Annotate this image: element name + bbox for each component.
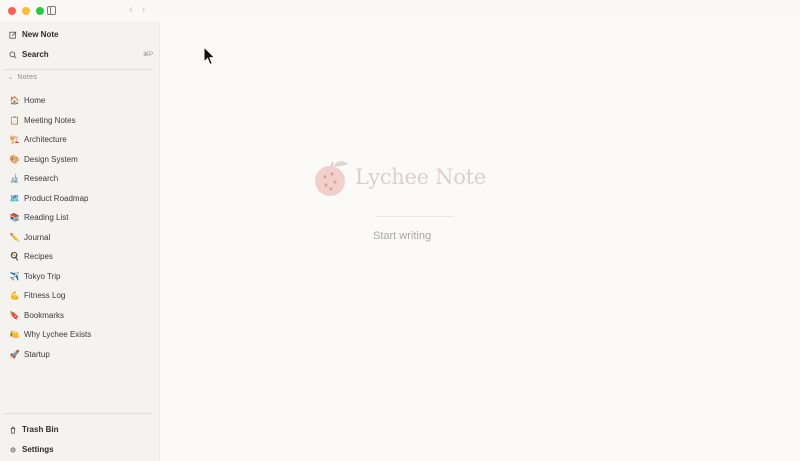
- sidebar: New Note Search ⌘P ⌄ Notes 🏠 Home 📋 Meeting…: [0, 22, 160, 461]
- note-label: Reading List: [24, 213, 69, 223]
- note-label: Product Roadmap: [24, 193, 89, 203]
- back-arrow-icon[interactable]: ‹: [129, 4, 133, 16]
- note-item[interactable]: ✈️ Tokyo Trip: [0, 267, 158, 287]
- note-emoji-icon: 🏠: [9, 96, 20, 106]
- note-item[interactable]: 🔬 Research: [0, 169, 158, 189]
- search-label: Search: [22, 50, 49, 59]
- note-emoji-icon: 🔬: [9, 174, 20, 184]
- note-emoji-icon: ✈️: [9, 271, 20, 281]
- notes-list: 🏠 Home 📋 Meeting Notes 🏗️ Architecture 🎨 Design…: [0, 91, 158, 364]
- note-label: Home: [24, 96, 46, 106]
- app-logo: Lychee Note: [313, 156, 486, 198]
- notes-section-toggle[interactable]: ⌄ Notes: [8, 74, 37, 81]
- notes-section-label: Notes: [17, 74, 38, 81]
- trash-icon: [8, 426, 18, 434]
- note-emoji-icon: 🗺️: [9, 193, 20, 203]
- note-emoji-icon: 🚀: [9, 349, 20, 359]
- note-item[interactable]: ✏️ Journal: [0, 228, 158, 248]
- new-note-icon: [8, 31, 18, 39]
- sidebar-toggle-icon[interactable]: [47, 6, 56, 15]
- trash-bin-button[interactable]: Trash Bin: [8, 425, 58, 434]
- note-item[interactable]: 🚀 Startup: [0, 345, 158, 365]
- note-label: Why Lychee Exists: [24, 330, 92, 340]
- note-item[interactable]: 🎨 Design System: [0, 150, 158, 170]
- editor-placeholder[interactable]: Start writing: [373, 230, 431, 242]
- zoom-window-button[interactable]: [36, 7, 44, 15]
- search-button[interactable]: Search ⌘P: [8, 50, 153, 59]
- minimize-window-button[interactable]: [22, 7, 30, 15]
- editor-area[interactable]: Lychee Note Start writing: [160, 22, 800, 461]
- note-item[interactable]: 🗺️ Product Roadmap: [0, 189, 158, 209]
- divider: [4, 413, 152, 414]
- note-item[interactable]: 📋 Meeting Notes: [0, 111, 158, 131]
- note-emoji-icon: 🔖: [9, 310, 20, 320]
- close-window-button[interactable]: [8, 7, 16, 15]
- note-label: Bookmarks: [24, 310, 65, 320]
- lychee-logo-icon: [315, 161, 348, 196]
- app-window: ‹ › New Note Search ⌘P ⌄ Notes 🏠 Home 📋 Mee…: [0, 0, 800, 461]
- search-shortcut: ⌘P: [142, 52, 153, 58]
- note-emoji-icon: 📋: [9, 115, 20, 125]
- note-item[interactable]: 🏗️ Architecture: [0, 130, 158, 150]
- window-controls: [8, 7, 44, 15]
- note-label: Recipes: [24, 252, 53, 262]
- note-emoji-icon: 🍋: [9, 330, 20, 340]
- note-label: Journal: [24, 232, 51, 242]
- note-item[interactable]: 🍳 Recipes: [0, 247, 158, 267]
- logo-wordmark: Lychee Note: [355, 165, 486, 189]
- note-label: Architecture: [24, 135, 67, 145]
- note-item[interactable]: 🍋 Why Lychee Exists: [0, 325, 158, 345]
- note-label: Startup: [24, 349, 50, 359]
- forward-arrow-icon[interactable]: ›: [142, 4, 146, 16]
- note-emoji-icon: 📚: [9, 213, 20, 223]
- divider: [376, 216, 454, 217]
- note-item[interactable]: 💪 Fitness Log: [0, 286, 158, 306]
- divider: [4, 69, 154, 70]
- note-item[interactable]: 🔖 Bookmarks: [0, 306, 158, 326]
- note-item[interactable]: 📚 Reading List: [0, 208, 158, 228]
- note-label: Research: [24, 174, 59, 184]
- settings-label: Settings: [22, 445, 54, 454]
- title-bar: ‹ ›: [0, 0, 800, 22]
- note-emoji-icon: 🍳: [9, 252, 20, 262]
- new-note-label: New Note: [22, 30, 59, 39]
- note-emoji-icon: ✏️: [9, 232, 20, 242]
- history-navigation: ‹ ›: [129, 4, 145, 16]
- note-label: Meeting Notes: [24, 115, 76, 125]
- note-emoji-icon: 🏗️: [9, 135, 20, 145]
- search-icon: [8, 51, 18, 59]
- chevron-down-icon: ⌄: [8, 75, 14, 81]
- note-emoji-icon: 🎨: [9, 154, 20, 164]
- mouse-cursor-icon: [203, 46, 216, 66]
- note-label: Design System: [24, 154, 78, 164]
- note-label: Fitness Log: [24, 291, 66, 301]
- settings-button[interactable]: Settings: [8, 445, 54, 454]
- note-label: Tokyo Trip: [24, 271, 61, 281]
- gear-icon: [8, 446, 18, 454]
- trash-bin-label: Trash Bin: [22, 425, 59, 434]
- note-item[interactable]: 🏠 Home: [0, 91, 158, 111]
- new-note-button[interactable]: New Note: [8, 30, 58, 39]
- note-emoji-icon: 💪: [9, 291, 20, 301]
